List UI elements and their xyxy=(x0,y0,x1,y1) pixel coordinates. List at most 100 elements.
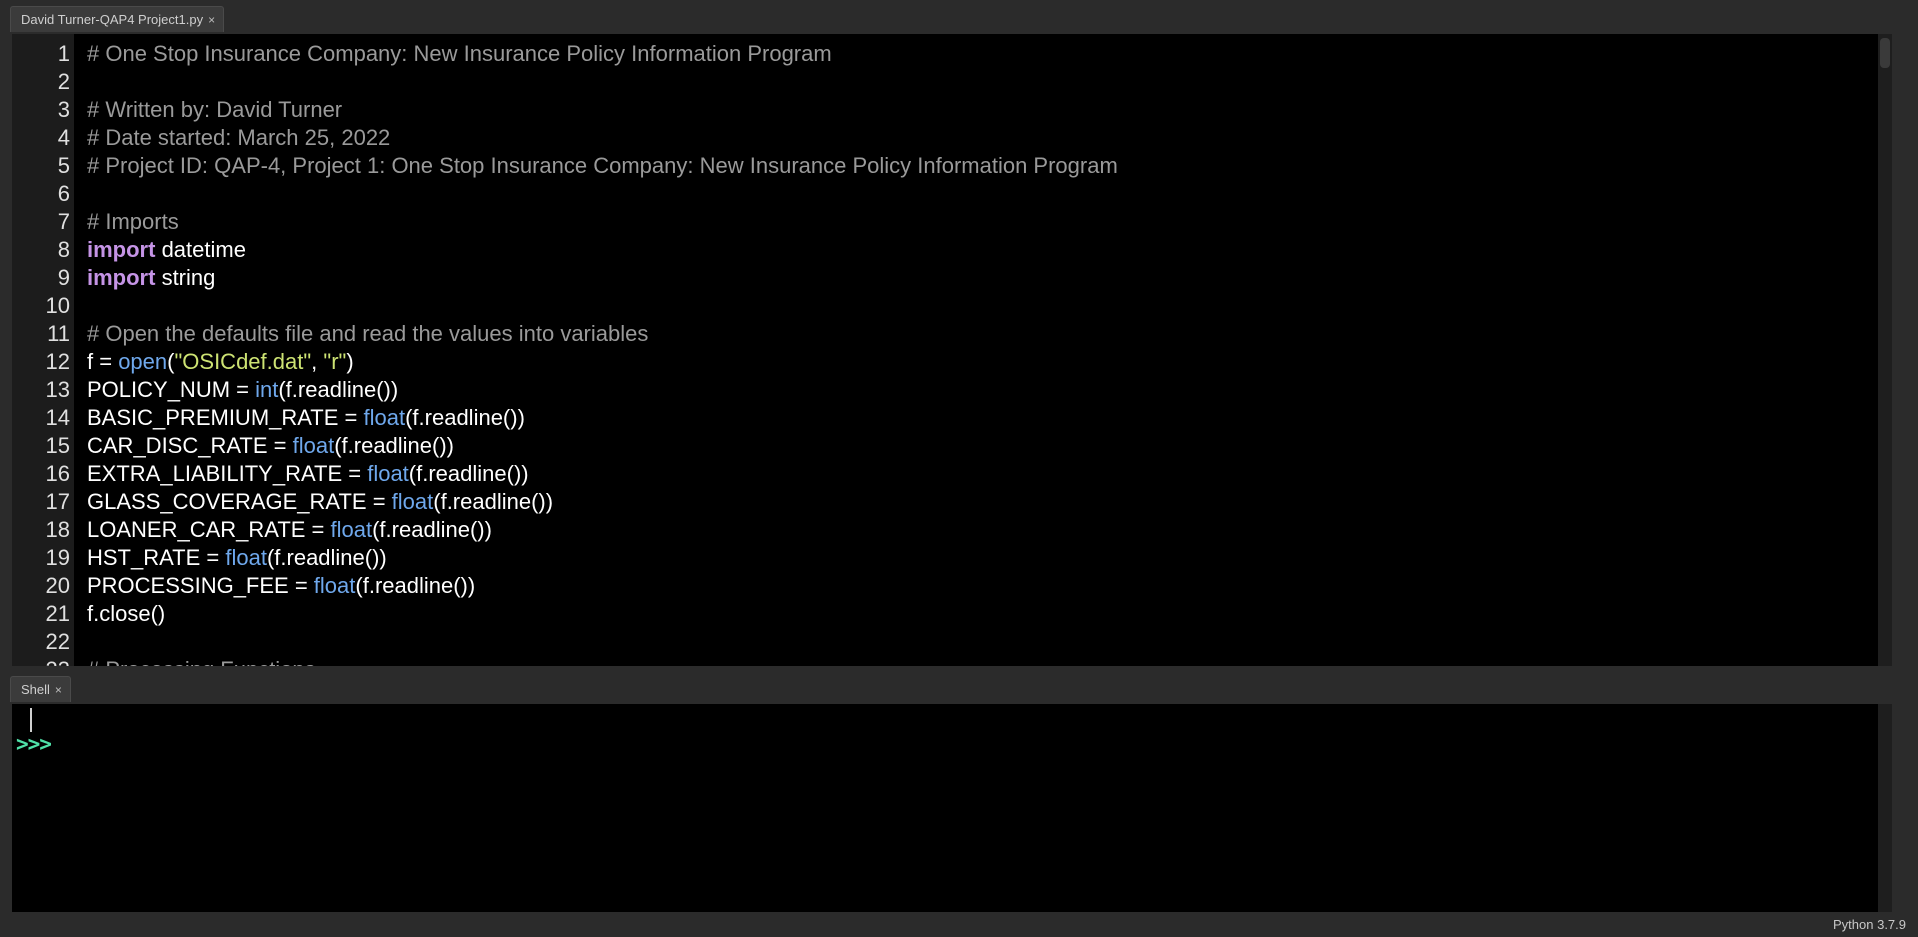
code-text: BASIC_PREMIUM_RATE = float(f.readline()) xyxy=(87,404,525,432)
code-line[interactable]: 2 xyxy=(12,68,1892,96)
code-token-comment: # Written by: David Turner xyxy=(87,97,343,122)
code-line[interactable]: 9 import string xyxy=(12,264,1892,292)
code-line[interactable]: 4 # Date started: March 25, 2022 xyxy=(12,124,1892,152)
code-text: # Date started: March 25, 2022 xyxy=(87,124,390,152)
code-line[interactable]: 6 xyxy=(12,180,1892,208)
shell-prompt: >>> xyxy=(16,732,52,756)
line-number: 14 xyxy=(45,405,70,430)
code-line[interactable]: 14 BASIC_PREMIUM_RATE = float(f.readline(… xyxy=(12,404,1892,432)
code-line[interactable]: 17 GLASS_COVERAGE_RATE = float(f.readline… xyxy=(12,488,1892,516)
code-line[interactable]: 15 CAR_DISC_RATE = float(f.readline()) xyxy=(12,432,1892,460)
code-token-builtin: int xyxy=(255,377,279,402)
code-token-keyword: import xyxy=(87,237,156,262)
code-line[interactable]: 20 PROCESSING_FEE = float(f.readline()) xyxy=(12,572,1892,600)
code-text: # Project ID: QAP-4, Project 1: One Stop… xyxy=(87,152,1118,180)
line-number: 11 xyxy=(47,321,70,346)
code-token-comment: # One Stop Insurance Company: New Insura… xyxy=(87,41,832,66)
code-line[interactable]: 23 # Processing Functions xyxy=(12,656,1892,666)
code-token-plain: POLICY_NUM = xyxy=(87,377,256,402)
code-line[interactable]: 19 HST_RATE = float(f.readline()) xyxy=(12,544,1892,572)
line-number: 17 xyxy=(45,489,70,514)
code-token-plain: datetime xyxy=(155,237,246,262)
code-token-plain: ) xyxy=(346,349,354,374)
code-token-builtin: float xyxy=(313,573,356,598)
line-number: 23 xyxy=(12,656,70,666)
close-icon[interactable]: × xyxy=(55,683,62,697)
line-number: 1 xyxy=(57,41,70,66)
close-icon[interactable]: × xyxy=(208,13,215,27)
code-area[interactable]: 1 # One Stop Insurance Company: New Insur… xyxy=(12,40,1892,666)
editor-tab-label: David Turner-QAP4 Project1.py xyxy=(21,12,204,27)
code-text: POLICY_NUM = int(f.readline()) xyxy=(87,376,398,404)
code-line[interactable]: 13 POLICY_NUM = int(f.readline()) xyxy=(12,376,1892,404)
text-cursor xyxy=(30,708,32,732)
code-token-plain: LOANER_CAR_RATE = xyxy=(87,517,331,542)
code-text: f.close() xyxy=(87,600,165,628)
shell-scrollbar[interactable] xyxy=(1878,704,1892,912)
code-text: PROCESSING_FEE = float(f.readline()) xyxy=(87,572,475,600)
code-token-plain: f = xyxy=(87,349,119,374)
code-line[interactable]: 16 EXTRA_LIABILITY_RATE = float(f.readlin… xyxy=(12,460,1892,488)
line-number: 7 xyxy=(57,209,70,234)
code-token-plain: PROCESSING_FEE = xyxy=(87,573,314,598)
line-number: 9 xyxy=(57,265,70,290)
code-line[interactable]: 22 xyxy=(12,628,1892,656)
code-line[interactable]: 3 # Written by: David Turner xyxy=(12,96,1892,124)
code-text: EXTRA_LIABILITY_RATE = float(f.readline(… xyxy=(87,460,529,488)
line-number: 15 xyxy=(45,433,70,458)
code-text: LOANER_CAR_RATE = float(f.readline()) xyxy=(87,516,492,544)
code-token-comment: # Date started: March 25, 2022 xyxy=(87,125,391,150)
code-token-builtin: float xyxy=(292,433,335,458)
shell-console[interactable]: >>> xyxy=(12,704,1892,912)
python-version-label: Python 3.7.9 xyxy=(1833,917,1906,932)
code-text: HST_RATE = float(f.readline()) xyxy=(87,544,387,572)
line-number: 2 xyxy=(57,69,70,94)
line-number: 10 xyxy=(45,293,70,318)
code-token-builtin: float xyxy=(391,489,434,514)
line-number: 12 xyxy=(45,349,70,374)
code-token-builtin: float xyxy=(367,461,409,486)
code-token-comment: # Project ID: QAP-4, Project 1: One Stop… xyxy=(87,153,1118,178)
code-line[interactable]: 8 import datetime xyxy=(12,236,1892,264)
line-number: 5 xyxy=(57,153,70,178)
code-line[interactable]: 7 # Imports xyxy=(12,208,1892,236)
code-line[interactable]: 18 LOANER_CAR_RATE = float(f.readline()) xyxy=(12,516,1892,544)
code-line[interactable]: 12 f = open("OSICdef.dat", "r") xyxy=(12,348,1892,376)
line-number: 3 xyxy=(57,97,70,122)
code-token-builtin: float xyxy=(363,405,406,430)
code-token-plain: BASIC_PREMIUM_RATE = xyxy=(87,405,364,430)
code-token-builtin: open xyxy=(118,349,168,374)
code-token-plain: (f.readline()) xyxy=(355,573,476,598)
editor-tab[interactable]: David Turner-QAP4 Project1.py × xyxy=(10,6,225,32)
line-number: 16 xyxy=(45,461,70,486)
line-number: 22 xyxy=(45,629,70,654)
line-number: 18 xyxy=(45,517,70,542)
code-text: # Written by: David Turner xyxy=(87,96,342,124)
code-token-plain: (f.readline()) xyxy=(266,545,387,570)
code-token-plain: CAR_DISC_RATE = xyxy=(87,433,293,458)
status-bar: Python 3.7.9 xyxy=(0,914,1918,937)
code-line[interactable]: 5 # Project ID: QAP-4, Project 1: One Sto… xyxy=(12,152,1892,180)
code-token-string: "r" xyxy=(323,349,347,374)
code-token-plain: (f.readline()) xyxy=(334,433,455,458)
code-token-plain: (f.readline()) xyxy=(372,517,492,542)
code-token-builtin: float xyxy=(330,517,373,542)
code-text: import string xyxy=(87,264,215,292)
code-text: # Open the defaults file and read the va… xyxy=(87,320,648,348)
code-line[interactable]: 10 xyxy=(12,292,1892,320)
code-line[interactable]: 1 # One Stop Insurance Company: New Insur… xyxy=(12,40,1892,68)
shell-tab-label: Shell xyxy=(21,682,50,697)
editor-scrollbar-thumb[interactable] xyxy=(1880,38,1890,68)
code-token-comment: # Open the defaults file and read the va… xyxy=(87,321,649,346)
line-number: 13 xyxy=(45,377,70,402)
code-text: f = open("OSICdef.dat", "r") xyxy=(87,348,354,376)
code-text: # One Stop Insurance Company: New Insura… xyxy=(87,40,832,68)
code-line[interactable]: 11 # Open the defaults file and read the … xyxy=(12,320,1892,348)
code-text: import datetime xyxy=(87,236,246,264)
code-text: # Imports xyxy=(87,208,179,236)
editor-scrollbar[interactable] xyxy=(1878,34,1892,666)
code-line[interactable]: 21 f.close() xyxy=(12,600,1892,628)
code-token-comment: # Imports xyxy=(87,209,179,234)
shell-tab[interactable]: Shell × xyxy=(10,676,71,702)
code-editor[interactable]: 1 # One Stop Insurance Company: New Insur… xyxy=(12,34,1892,666)
